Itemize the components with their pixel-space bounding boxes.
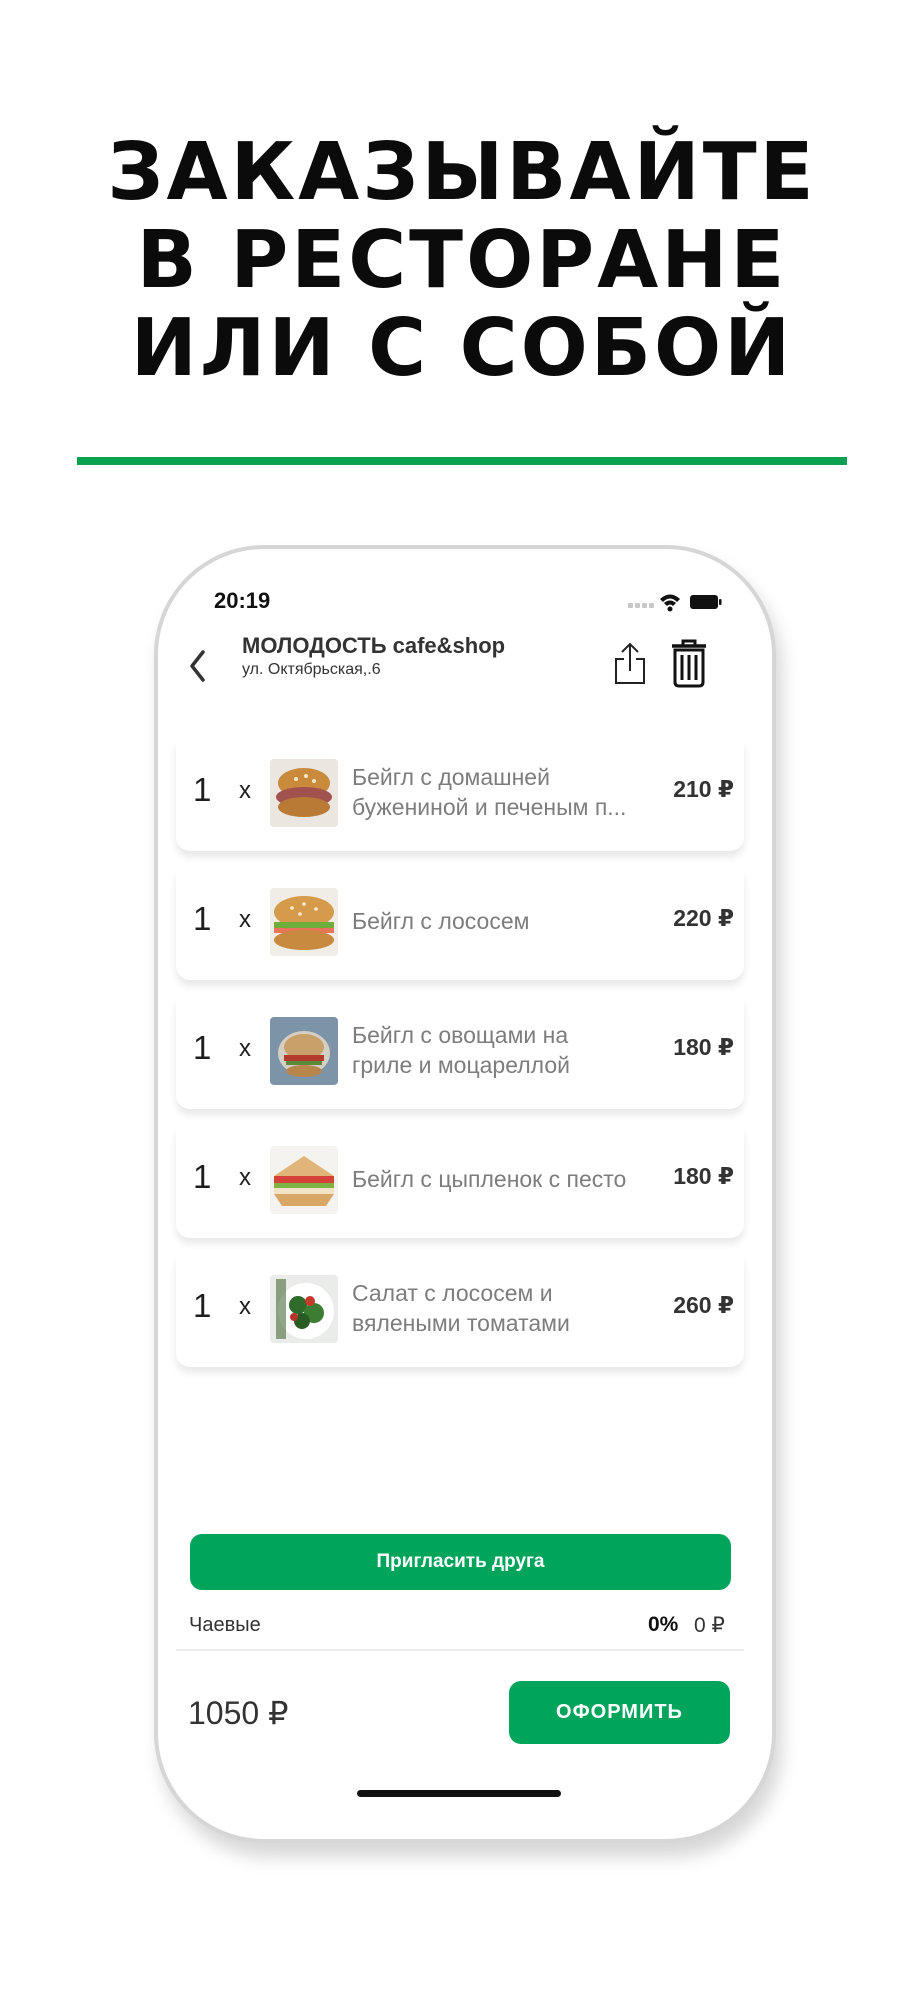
status-time: 20:19 — [214, 588, 271, 613]
status-icons — [624, 590, 724, 614]
item-price: 210 ₽ — [673, 776, 734, 802]
headline-line-3: ИЛИ С СОБОЙ — [130, 302, 794, 394]
item-name-line-1: Бейгл с лососем — [352, 908, 530, 934]
cart-item[interactable]: 1 х Бейгл с лососем 220 ₽ — [176, 862, 744, 980]
bagel-vegetables-icon — [270, 1017, 338, 1085]
tips-divider — [176, 1649, 744, 1651]
trash-icon — [672, 639, 706, 688]
multiply-sign: х — [239, 777, 251, 804]
battery-icon — [690, 595, 722, 609]
item-name-line-2: гриле и моцареллой — [352, 1052, 570, 1078]
multiply-sign: х — [239, 906, 251, 933]
cart-item[interactable]: 1 х Салат с лососем и вялеными томатами … — [176, 1249, 744, 1367]
item-name: Салат с лососем и вялеными томатами — [352, 1278, 670, 1338]
item-price: 180 ₽ — [673, 1034, 734, 1060]
green-divider — [77, 457, 847, 465]
item-quantity: 1 — [193, 1029, 212, 1066]
headline: ЗАКАЗЫВАЙТЕ В РЕСТОРАНЕ ИЛИ С СОБОЙ — [0, 128, 924, 392]
wifi-icon — [660, 594, 680, 612]
item-name-line-1: Бейгл с цыпленок с песто — [352, 1166, 627, 1192]
cart-item[interactable]: 1 х Бейгл с овощами на гриле и моцарелло… — [176, 991, 744, 1109]
multiply-sign: х — [239, 1035, 251, 1062]
item-name-line-2: бужениной и печеным п... — [352, 794, 627, 820]
tips-label: Чаевые — [189, 1614, 261, 1636]
headline-line-1: ЗАКАЗЫВАЙТЕ — [107, 126, 817, 218]
headline-line-2: В РЕСТОРАНЕ — [136, 214, 788, 306]
checkout-button[interactable]: ОФОРМИТЬ — [509, 1681, 730, 1744]
multiply-sign: х — [239, 1164, 251, 1191]
shop-address: ул. Октябрьская,.6 — [242, 661, 381, 678]
item-price: 180 ₽ — [673, 1163, 734, 1189]
item-quantity: 1 — [193, 771, 212, 808]
item-name-line-2: вялеными томатами — [352, 1310, 570, 1336]
bagel-chicken-icon — [270, 1146, 338, 1214]
invite-friend-button[interactable]: Пригласить друга — [190, 1534, 731, 1590]
bagel-pork-icon — [270, 759, 338, 827]
cart-list: 1 х Бейгл с домашней бужениной и печеным… — [176, 733, 744, 1378]
tips-amount: 0 ₽ — [694, 1614, 725, 1637]
multiply-sign: х — [239, 1293, 251, 1320]
share-button[interactable] — [612, 641, 648, 687]
back-chevron-icon — [190, 650, 205, 682]
tips-percent[interactable]: 0% — [648, 1613, 678, 1637]
item-name: Бейгл с домашней бужениной и печеным п..… — [352, 762, 670, 822]
salad-salmon-icon — [270, 1275, 338, 1343]
delete-cart-button[interactable] — [670, 638, 708, 688]
item-quantity: 1 — [193, 1158, 212, 1195]
cart-item[interactable]: 1 х Бейгл с цыпленок с песто 180 ₽ — [176, 1120, 744, 1238]
signal-icon — [628, 603, 654, 608]
item-name: Бейгл с овощами на гриле и моцареллой — [352, 1020, 670, 1080]
item-name-line-1: Бейгл с овощами на — [352, 1022, 569, 1048]
home-indicator — [357, 1790, 561, 1797]
item-price: 260 ₽ — [673, 1292, 734, 1318]
cart-item[interactable]: 1 х Бейгл с домашней бужениной и печеным… — [176, 733, 744, 851]
share-icon — [615, 642, 645, 684]
order-total: 1050 ₽ — [188, 1695, 289, 1731]
item-price: 220 ₽ — [673, 905, 734, 931]
shop-name: МОЛОДОСТЬ cafe&shop — [242, 633, 506, 658]
item-quantity: 1 — [193, 1287, 212, 1324]
item-name-line-1: Бейгл с домашней — [352, 764, 550, 790]
item-quantity: 1 — [193, 900, 212, 937]
item-name-line-1: Салат с лососем и — [352, 1280, 553, 1306]
item-name: Бейгл с лососем — [352, 906, 670, 936]
bagel-salmon-icon — [270, 888, 338, 956]
back-button[interactable] — [183, 646, 213, 686]
item-name: Бейгл с цыпленок с песто — [352, 1164, 670, 1194]
